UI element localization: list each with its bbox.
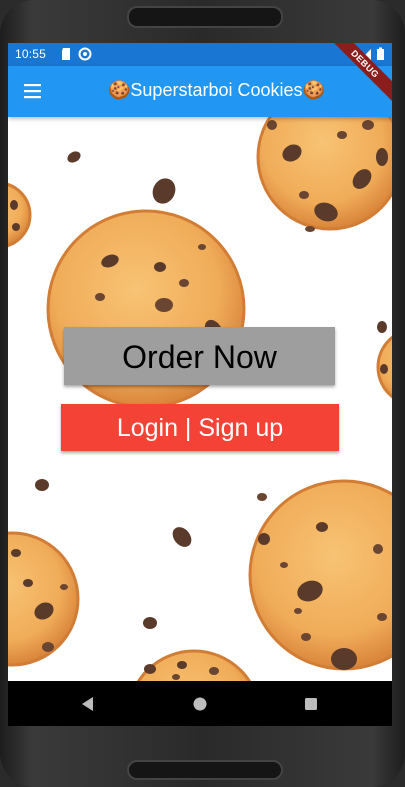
home-content: Order Now Login | Sign up	[8, 117, 392, 681]
battery-icon	[377, 47, 384, 60]
status-bar: 10:55	[8, 43, 392, 66]
cookie-background-image	[8, 117, 392, 681]
app-bar: 🍪Superstarboi Cookies🍪	[8, 66, 392, 117]
cookie-right-middle	[376, 335, 392, 399]
status-time: 10:55	[15, 47, 47, 61]
back-triangle-icon[interactable]	[78, 694, 98, 714]
cookie-bottom-center	[136, 649, 252, 681]
sync-icon	[78, 47, 92, 61]
cookie-bottom-right	[248, 479, 392, 671]
system-navigation-bar	[8, 681, 392, 726]
phone-screen: 10:55 🍪Superstarboi Cookies🍪 DEBUG Order…	[8, 43, 392, 726]
cookie-left-top	[8, 183, 32, 247]
home-circle-icon[interactable]	[190, 694, 210, 714]
recents-square-icon[interactable]	[301, 694, 321, 714]
cookie-bottom-left	[8, 531, 80, 667]
cookie-top-right	[256, 117, 392, 232]
app-title: 🍪Superstarboi Cookies🍪	[108, 80, 325, 100]
bottom-speaker	[127, 760, 283, 780]
order-now-button[interactable]: Order Now	[64, 327, 335, 385]
login-signup-button[interactable]: Login | Sign up	[61, 404, 339, 451]
hamburger-menu-icon[interactable]	[22, 81, 44, 101]
sd-card-icon	[62, 48, 70, 60]
top-speaker	[127, 6, 283, 28]
phone-frame: 10:55 🍪Superstarboi Cookies🍪 DEBUG Order…	[0, 0, 405, 787]
